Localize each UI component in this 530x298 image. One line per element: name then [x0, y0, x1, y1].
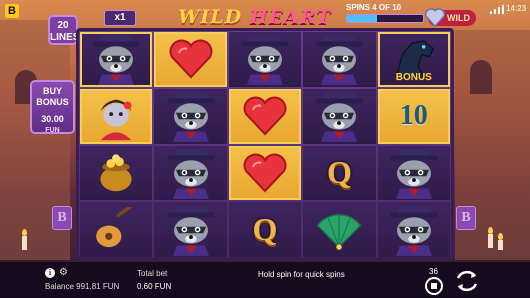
info-icon[interactable]: i [45, 268, 55, 278]
quick-spin-hint: Hold spin for quick spins [258, 270, 345, 279]
candle-flame [488, 227, 493, 234]
clock: 14:23 [506, 4, 527, 13]
candle-flame [22, 229, 27, 236]
raccoon-bandit-symbol [377, 202, 450, 257]
buy-bonus-title-1: BUY [42, 86, 62, 96]
stop-autospin-button[interactable] [425, 277, 443, 295]
side-badge-left: B [52, 206, 72, 230]
bonus-label: BONUS [395, 71, 432, 83]
spins-progress-fill [347, 15, 378, 22]
side-badge-right: B [456, 206, 476, 230]
candle-flame [498, 233, 503, 240]
multiplier-badge: x1 [104, 10, 136, 26]
spins-progress-bar [346, 14, 424, 23]
lines-label: LINES [50, 32, 80, 43]
reel-grid: BONUS 10 Q Q [80, 32, 450, 257]
logo-wild: WILD [178, 6, 243, 28]
brand-badge[interactable]: B [5, 4, 19, 18]
senorita-symbol [80, 88, 153, 144]
q-symbol: Q [228, 202, 302, 257]
gold-pot-symbol [80, 145, 153, 201]
spin-button[interactable] [453, 267, 481, 295]
q-label: Q [252, 211, 278, 248]
lines-count: 20 [57, 20, 69, 31]
total-bet-value[interactable]: 0.60 FUN [137, 282, 171, 291]
horse-bonus-symbol: BONUS [377, 32, 450, 87]
gear-icon[interactable]: ⚙ [59, 267, 68, 278]
raccoon-bandit-symbol [303, 32, 376, 87]
q-symbol: Q [303, 145, 376, 201]
raccoon-bandit-symbol [80, 32, 153, 87]
heart-wild-symbol [154, 32, 227, 87]
guitar-symbol [80, 202, 153, 257]
heart-wild-symbol [228, 145, 302, 201]
spins-counter: SPINS 4 OF 10 [346, 3, 402, 12]
buy-bonus-price: 30.00 [41, 114, 64, 124]
ten-label: 10 [399, 100, 428, 132]
raccoon-bandit-symbol [377, 145, 450, 201]
candle-right-small [498, 240, 503, 250]
heart-wild-symbol [228, 88, 302, 144]
right-window [470, 60, 492, 94]
raccoon-bandit-symbol [154, 88, 227, 144]
balance-text: Balance 991.81 FUN [45, 282, 120, 291]
buy-bonus-title-2: BONUS [36, 97, 69, 107]
signal-icon [490, 5, 504, 14]
autospin-count: 36 [429, 267, 438, 276]
logo-heart: HEART [249, 6, 332, 28]
bottom-bar [0, 262, 530, 298]
game-logo: WILD HEART [178, 6, 331, 28]
lines-indicator: 20 LINES [48, 15, 80, 45]
buy-bonus-currency: FUN [45, 127, 60, 134]
fan-symbol [303, 202, 376, 257]
raccoon-bandit-symbol [228, 32, 302, 87]
total-bet-label: Total bet [137, 269, 168, 278]
raccoon-bandit-symbol [303, 88, 376, 144]
q-label: Q [326, 154, 352, 191]
candle-left [22, 236, 27, 250]
buy-bonus-button[interactable]: BUY BONUS 30.00 FUN [30, 80, 75, 134]
wild-heart-icon [424, 8, 446, 28]
candle-right [488, 234, 493, 248]
raccoon-bandit-symbol [154, 145, 227, 201]
ten-symbol: 10 [377, 88, 450, 144]
raccoon-bandit-symbol [154, 202, 227, 257]
